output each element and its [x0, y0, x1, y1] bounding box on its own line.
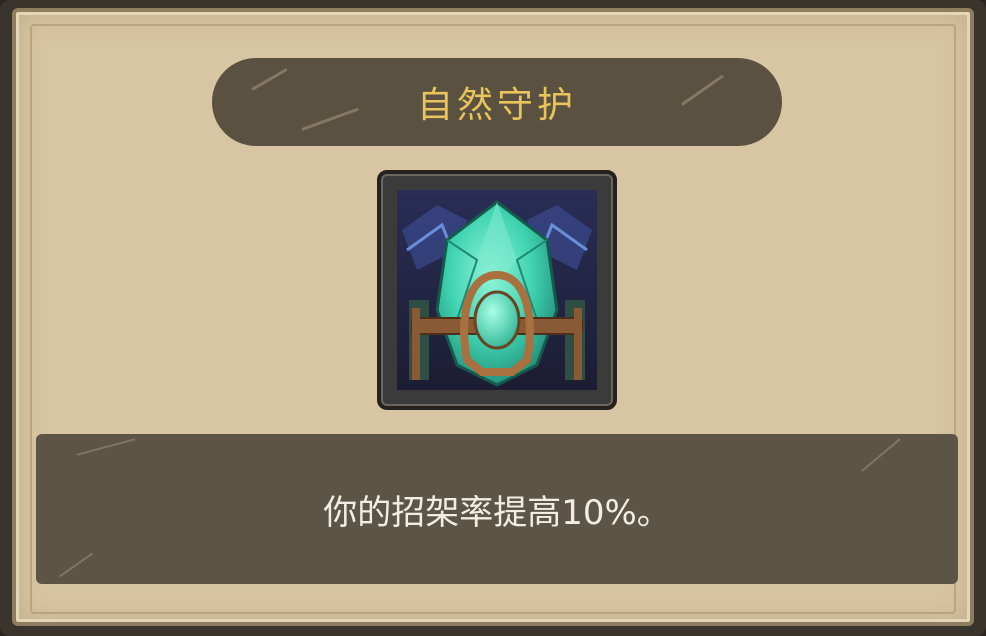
skill-title: 自然守护	[416, 85, 577, 126]
scratch-mark	[681, 74, 724, 106]
tooltip-frame: 自然守护 你的招架率提高10%。	[0, 0, 986, 636]
scratch-mark	[251, 68, 288, 91]
emerald-shield-icon	[397, 190, 597, 390]
scratch-mark	[861, 438, 901, 472]
scratch-mark	[301, 107, 359, 131]
title-banner: 自然守护	[212, 58, 782, 146]
skill-icon-frame	[377, 170, 617, 410]
description-box: 你的招架率提高10%。	[36, 434, 958, 584]
scratch-mark	[59, 552, 93, 578]
scratch-mark	[76, 438, 136, 456]
skill-description: 你的招架率提高10%。	[323, 492, 671, 533]
